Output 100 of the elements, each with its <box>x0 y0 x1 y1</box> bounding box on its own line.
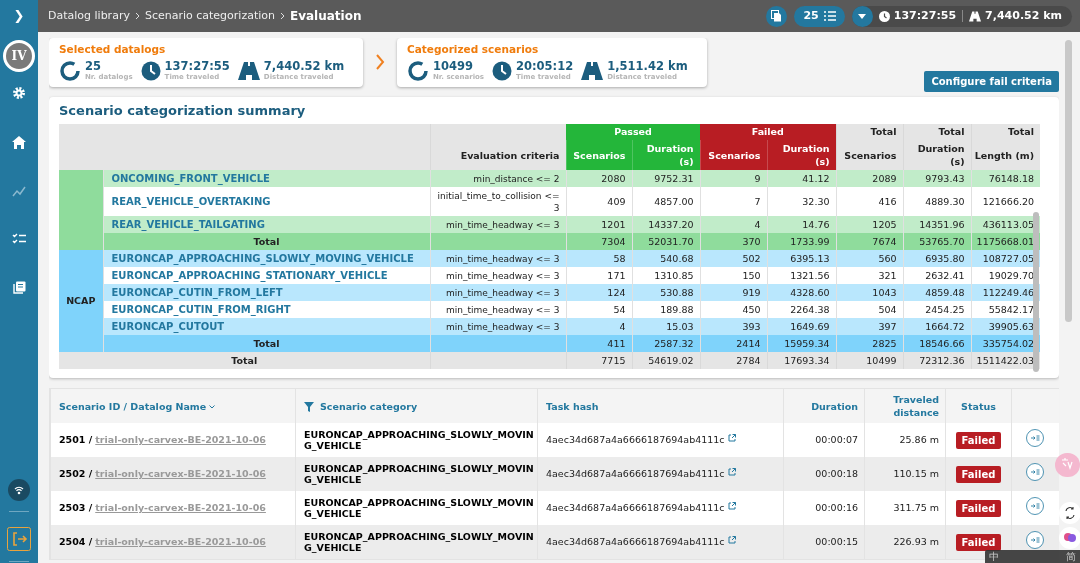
column-header: Scenarios <box>700 140 767 170</box>
chevron-right-icon <box>375 54 385 70</box>
table-cell: 393 <box>700 318 767 335</box>
travel-distance: 7,440.52 km <box>985 7 1062 24</box>
card-title: Selected datalogs <box>59 42 167 57</box>
list-icon <box>823 11 836 21</box>
hash-cell: 4aec34d687a4a6666187694ab4111c <box>546 501 725 513</box>
table-cell: 19029.70 <box>971 267 1041 284</box>
table-cell: 1175668.01 <box>971 233 1041 250</box>
external-link-icon[interactable] <box>727 535 736 544</box>
swap-button-icon[interactable] <box>1059 502 1080 524</box>
breadcrumb-link[interactable]: Scenario categorization <box>144 7 275 25</box>
book-icon[interactable] <box>12 281 26 294</box>
dropdown-button[interactable] <box>851 5 873 27</box>
criteria-cell: min_time_headway <= 3 <box>430 284 566 301</box>
hash-cell: 4aec34d687a4a6666187694ab4111c <box>546 467 725 479</box>
expand-button[interactable]: ❯ <box>0 0 38 32</box>
stat-value: 20:05:12 <box>516 61 574 73</box>
datalog-link[interactable]: trial-only-carvex-BE-2021-10-06 <box>95 501 266 513</box>
table-cell: 72312.36 <box>903 352 972 369</box>
table-cell: 436113.05 <box>971 216 1041 233</box>
table-cell: 54619.02 <box>632 352 700 369</box>
copy-button[interactable] <box>766 5 788 27</box>
datalog-link[interactable]: trial-only-carvex-BE-2021-10-06 <box>95 433 266 445</box>
scenario-link[interactable]: EURONCAP_CUTIN_FROM_RIGHT <box>103 301 430 318</box>
table-cell: 416 <box>836 187 904 216</box>
table-cell: 108727.05 <box>971 250 1041 267</box>
datalog-link[interactable]: trial-only-carvex-BE-2021-10-06 <box>95 467 266 479</box>
road-icon <box>237 60 260 81</box>
progress-ring-icon <box>407 59 429 82</box>
column-header: Evaluation criteria <box>430 124 566 170</box>
table-cell: 150 <box>700 267 767 284</box>
brain-button-icon[interactable] <box>1059 527 1080 549</box>
wifi-button-icon[interactable] <box>8 479 30 501</box>
column-header: Total <box>903 124 972 140</box>
table-cell: 17693.34 <box>767 352 837 369</box>
chart-icon[interactable] <box>12 185 26 197</box>
sort-caret-icon[interactable] <box>209 404 216 409</box>
table-cell: 58 <box>566 250 632 267</box>
table-cell: 530.88 <box>632 284 700 301</box>
scrollbar[interactable] <box>1033 212 1040 372</box>
table-cell: 14.76 <box>767 216 837 233</box>
table-cell: 52031.70 <box>632 233 700 250</box>
scenario-link[interactable]: ONCOMING_FRONT_VEHICLE <box>103 170 430 187</box>
category-cell: EURONCAP_APPROACHING_SLOWLY_MOVING_VEHICLE <box>304 497 534 519</box>
add-to-list-button-icon[interactable] <box>1026 462 1045 481</box>
external-link-icon[interactable] <box>727 501 736 510</box>
table-cell: 7715 <box>566 352 632 369</box>
filter-icon[interactable] <box>304 401 314 412</box>
criteria-cell: min_time_headway <= 3 <box>430 216 566 233</box>
row-label: Total <box>59 352 430 369</box>
column-header: Passed <box>566 124 700 140</box>
category-cell: EURONCAP_APPROACHING_SLOWLY_MOVING_VEHICLE <box>304 531 534 553</box>
table-cell: 41.12 <box>767 170 837 187</box>
breadcrumb-link[interactable]: Datalog library <box>48 7 130 25</box>
scenario-link[interactable]: REAR_VEHICLE_TAILGATING <box>103 216 430 233</box>
scenario-link[interactable]: EURONCAP_APPROACHING_SLOWLY_MOVING_VEHICLE <box>103 250 430 267</box>
table-cell: 9793.43 <box>903 170 972 187</box>
table-cell: 2454.25 <box>903 301 972 318</box>
scrollbar[interactable] <box>1065 40 1072 322</box>
table-cell: 504 <box>836 301 904 318</box>
add-to-list-button-icon[interactable] <box>1026 496 1045 515</box>
criteria-cell: min_time_headway <= 3 <box>430 250 566 267</box>
category-cell: EURONCAP_APPROACHING_SLOWLY_MOVING_VEHICLE <box>304 429 534 451</box>
scenario-link[interactable]: EURONCAP_CUTOUT <box>103 318 430 335</box>
external-link-icon[interactable] <box>727 467 736 476</box>
group-cell: NCAP <box>59 250 103 352</box>
ime-button[interactable]: 中 <box>989 551 999 562</box>
table-cell: 9752.31 <box>632 170 700 187</box>
status-badge: Failed <box>955 499 1002 517</box>
scenario-link[interactable]: EURONCAP_CUTIN_FROM_LEFT <box>103 284 430 301</box>
configure-button[interactable]: Configure fail criteria <box>924 71 1059 92</box>
table-cell: 4 <box>566 318 632 335</box>
table-cell: 2632.41 <box>903 267 972 284</box>
selection-count-button[interactable]: 25 <box>794 5 845 27</box>
user-avatar[interactable]: IV <box>3 40 35 72</box>
table-cell: 411 <box>566 335 632 352</box>
table-cell: 1201 <box>566 216 632 233</box>
logout-icon[interactable] <box>7 527 31 551</box>
add-to-list-button-icon[interactable] <box>1026 530 1045 549</box>
table-cell: 1733.99 <box>767 233 837 250</box>
table-cell: 2080 <box>566 170 632 187</box>
home-icon[interactable] <box>12 136 26 149</box>
checklist-icon[interactable] <box>12 233 26 245</box>
table-cell: 335754.02 <box>971 335 1041 352</box>
status-badge: Failed <box>955 533 1002 551</box>
datalog-link[interactable]: trial-only-carvex-BE-2021-10-06 <box>95 535 266 547</box>
caret-icon <box>858 13 867 19</box>
settings-icon[interactable] <box>12 86 26 100</box>
ime-button[interactable]: 简 <box>1066 551 1076 562</box>
column-header: Scenarios <box>836 140 904 170</box>
table-cell: 1321.56 <box>767 267 837 284</box>
stat-value: 7,440.52 km <box>263 61 345 73</box>
scenario-link[interactable]: REAR_VEHICLE_OVERTAKING <box>103 187 430 216</box>
scenario-link[interactable]: EURONCAP_APPROACHING_STATIONARY_VEHICLE <box>103 267 430 284</box>
external-link-icon[interactable] <box>727 433 736 442</box>
table-cell: 4 <box>700 216 767 233</box>
table-cell: 171 <box>566 267 632 284</box>
add-to-list-button-icon[interactable] <box>1026 428 1045 447</box>
table-cell: 4328.60 <box>767 284 837 301</box>
